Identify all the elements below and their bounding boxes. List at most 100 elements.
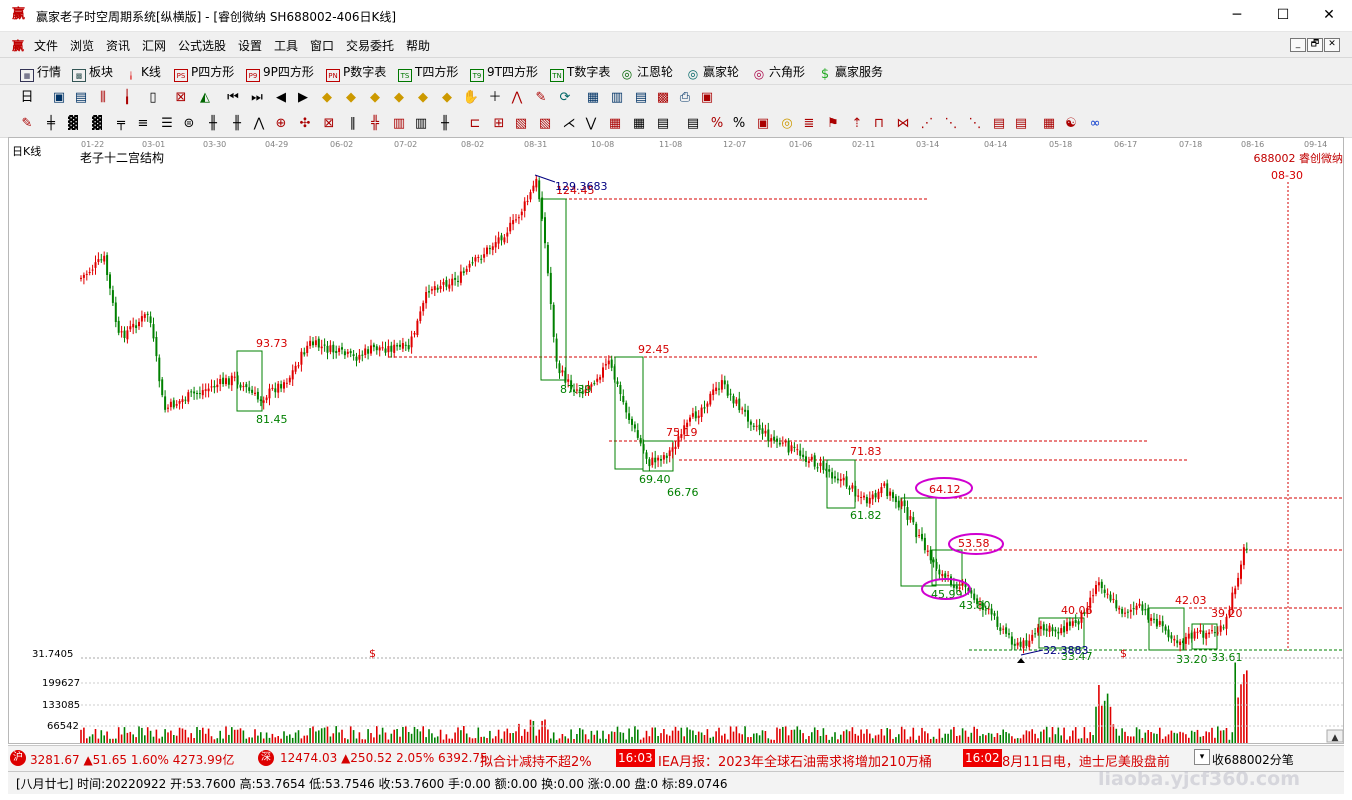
pen-icon[interactable]: ✎ xyxy=(532,89,550,107)
window-grid-icon[interactable]: ▦ xyxy=(1040,115,1058,133)
fan-lines-icon[interactable]: ⋌ xyxy=(560,115,578,133)
percent-text-icon[interactable]: % xyxy=(730,115,748,133)
percent-tool-icon[interactable]: % xyxy=(708,115,726,133)
news1-text[interactable]: IEA月报：2023年全球石油需求将增加210万桶 xyxy=(658,751,932,770)
box-tool-icon[interactable]: ▥ xyxy=(390,115,408,133)
collect-checkbox-icon[interactable]: ▾ xyxy=(1194,749,1210,765)
grid-lines-icon[interactable]: ▦ xyxy=(630,115,648,133)
period-dropdown-icon[interactable]: 日 xyxy=(18,89,36,107)
collect-label[interactable]: 收688002分笔 xyxy=(1212,751,1294,768)
arc-tool-icon[interactable]: ☰ xyxy=(158,115,176,133)
crosshair-icon[interactable]: ＋ xyxy=(486,89,504,107)
last-page-icon[interactable]: ⏭ xyxy=(248,89,266,107)
time-lines-icon[interactable]: ╫ xyxy=(228,115,246,133)
menu-file[interactable]: 文件 xyxy=(34,37,58,54)
infinity-icon[interactable]: ∞ xyxy=(1086,115,1104,133)
hbar-icon[interactable]: ╫ xyxy=(436,115,454,133)
close-button[interactable]: ✕ xyxy=(1306,0,1352,31)
toolbar-tnumber-button[interactable]: TN T数字表 xyxy=(550,63,610,82)
line-type-icon[interactable]: ▯ xyxy=(144,89,162,107)
mdi-close-button[interactable]: ✕ xyxy=(1324,38,1340,52)
compass-icon[interactable]: ✣ xyxy=(296,115,314,133)
bracket-icon[interactable]: ⊓ xyxy=(870,115,888,133)
toolbar-9psquare-button[interactable]: P9 9P四方形 xyxy=(246,63,314,82)
line-tool-icon[interactable]: ╪ xyxy=(42,115,60,133)
menu-window[interactable]: 窗口 xyxy=(310,37,334,54)
menu-app-icon[interactable]: 赢 xyxy=(12,37,24,54)
notes-icon[interactable]: ▤ xyxy=(684,115,702,133)
toolbar-sector-button[interactable]: ▩ 板块 xyxy=(72,63,113,82)
toolbar-winner-wheel-button[interactable]: ◎ 赢家轮 xyxy=(686,63,739,81)
kline-chart-panel[interactable]: 01-22 03-01 03-30 04-29 06-02 07-02 08-02 08-31… xyxy=(8,137,1344,744)
speed-lines-icon[interactable]: ⋀ xyxy=(250,115,268,133)
draw-icon[interactable]: ▣ xyxy=(50,89,68,107)
menu-tools[interactable]: 工具 xyxy=(274,37,298,54)
kline-chart[interactable]: 01-22 03-01 03-30 04-29 06-02 07-02 08-02 08-31… xyxy=(9,138,1343,743)
flag-icon[interactable]: ◭ xyxy=(196,89,214,107)
up-arrow-icon[interactable]: ⇡ xyxy=(848,115,866,133)
toolbar-kline-button[interactable]: ╽ K线 xyxy=(124,63,161,83)
toolbar-tsquare-button[interactable]: TS T四方形 xyxy=(398,63,458,82)
circle-tool-icon[interactable]: ⊜ xyxy=(180,115,198,133)
table-icon[interactable]: ▥ xyxy=(608,89,626,107)
move-down-icon[interactable]: ◆ xyxy=(390,89,408,107)
trend-icon[interactable]: ⋀ xyxy=(508,89,526,107)
move-left-icon[interactable]: ◆ xyxy=(414,89,432,107)
gold-icon[interactable]: ◎ xyxy=(778,115,796,133)
news-prefix[interactable]: 拟合计减持不超2% xyxy=(480,751,592,770)
toolbar-quotes-button[interactable]: ▦ 行情 xyxy=(20,63,61,82)
spiral-icon[interactable]: ⊕ xyxy=(272,115,290,133)
cycle-lines-icon[interactable]: ╫ xyxy=(204,115,222,133)
menu-settings[interactable]: 设置 xyxy=(238,37,262,54)
calendar-icon[interactable]: ▦ xyxy=(584,89,602,107)
scroll-right-icon[interactable]: ▶ xyxy=(294,89,312,107)
gann-grid-icon[interactable]: ▧ xyxy=(512,115,530,133)
export-icon[interactable]: ▤ xyxy=(632,89,650,107)
scroll-left-icon[interactable]: ◀ xyxy=(272,89,290,107)
mdi-minimize-button[interactable]: _ xyxy=(1290,38,1306,52)
vertical-lines-icon[interactable]: ▥ xyxy=(412,115,430,133)
fib-tool-icon[interactable]: ▓ xyxy=(64,115,82,133)
layout-icon[interactable]: ▣ xyxy=(698,89,716,107)
gann-box-icon[interactable]: ⊏ xyxy=(466,115,484,133)
move-right-icon[interactable]: ◆ xyxy=(438,89,456,107)
fib-fan-icon[interactable]: ⋱ xyxy=(966,115,984,133)
zoom-out-icon[interactable]: ◆ xyxy=(342,89,360,107)
toolbar-hexagon-button[interactable]: ◎ 六角形 xyxy=(752,63,805,81)
toolbar-psquare-button[interactable]: PS P四方形 xyxy=(174,63,234,82)
parallel-icon[interactable]: ∥ xyxy=(344,115,362,133)
divide-icon[interactable]: ⋈ xyxy=(894,115,912,133)
minimize-button[interactable]: ─ xyxy=(1214,0,1260,31)
taiji-icon[interactable]: ☯ xyxy=(1062,115,1080,133)
toolbar-9tsquare-button[interactable]: T9 9T四方形 xyxy=(470,63,538,82)
menu-formula[interactable]: 公式选股 xyxy=(178,37,226,54)
diagonal-icon[interactable]: ▤ xyxy=(654,115,672,133)
menu-trade[interactable]: 交易委托 xyxy=(346,37,394,54)
menu-info[interactable]: 资讯 xyxy=(106,37,130,54)
info-icon[interactable]: ▤ xyxy=(72,89,90,107)
sz-index-badge[interactable]: 深 xyxy=(258,749,277,766)
percent-line-icon[interactable]: ≡ xyxy=(134,115,152,133)
menu-help[interactable]: 帮助 xyxy=(406,37,430,54)
gann-angle-icon[interactable]: ▧ xyxy=(536,115,554,133)
stripe-icon[interactable]: ≣ xyxy=(800,115,818,133)
candlestick-icon[interactable]: ╽ xyxy=(118,89,136,107)
menu-browse[interactable]: 浏览 xyxy=(70,37,94,54)
ray-icon[interactable]: ⋁ xyxy=(582,115,600,133)
toolbar-service-button[interactable]: $ 赢家服务 xyxy=(818,63,883,81)
zoom-in-icon[interactable]: ◆ xyxy=(318,89,336,107)
menu-huiwang[interactable]: 汇网 xyxy=(142,37,166,54)
gann-square-icon[interactable]: ⊞ xyxy=(490,115,508,133)
brush-icon[interactable]: ✎ xyxy=(18,115,36,133)
squared-icon[interactable]: ╬ xyxy=(366,115,384,133)
maximize-button[interactable]: ☐ xyxy=(1260,0,1306,31)
cross-tool-icon[interactable]: ⊠ xyxy=(172,89,190,107)
fib-time-icon[interactable]: ▤ xyxy=(1012,115,1030,133)
toolbar-pnumber-button[interactable]: PN P数字表 xyxy=(326,63,386,82)
print-icon[interactable]: ⎙ xyxy=(676,89,694,107)
bar-chart-icon[interactable]: ⫼ xyxy=(94,89,112,107)
move-up-icon[interactable]: ◆ xyxy=(366,89,384,107)
flag-tool-icon[interactable]: ⚑ xyxy=(824,115,842,133)
slash-icon[interactable]: ⋰ xyxy=(918,115,936,133)
matrix-icon[interactable]: ▦ xyxy=(606,115,624,133)
